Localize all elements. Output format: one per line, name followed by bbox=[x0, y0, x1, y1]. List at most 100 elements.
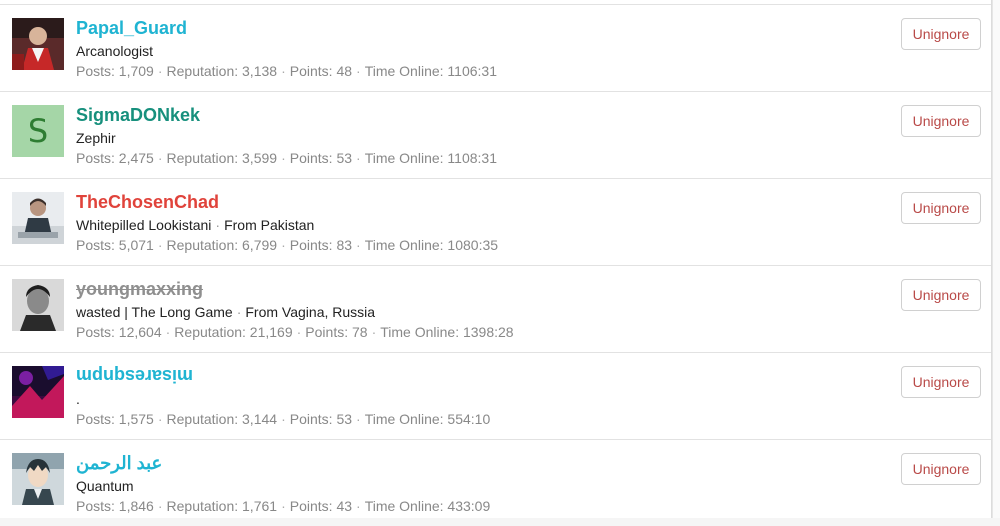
time-online-label: Time Online: bbox=[364, 237, 444, 253]
list-item: عبد الرحمن Quantum Posts: 1,846 · Reputati… bbox=[0, 440, 991, 526]
reputation-label: Reputation: bbox=[166, 150, 239, 166]
unignore-button[interactable]: Unignore bbox=[901, 18, 981, 50]
user-stats: Posts: 1,846 · Reputation: 1,761 · Points: 4… bbox=[76, 497, 490, 515]
points-value: 53 bbox=[336, 150, 353, 166]
list-item: TheChosenChad Whitepilled Lookistani · Fro… bbox=[0, 179, 991, 266]
posts-label: Posts: bbox=[76, 63, 115, 79]
points-value: 83 bbox=[336, 237, 353, 253]
reputation-label: Reputation: bbox=[174, 324, 246, 340]
points-value: 43 bbox=[336, 498, 353, 514]
user-title: Arcanologist bbox=[76, 42, 497, 60]
user-stats: Posts: 5,071 · Reputation: 6,799 · Points: 8… bbox=[76, 236, 498, 254]
username-link[interactable]: youngmaxxing bbox=[76, 278, 514, 300]
posts-value: 1,575 bbox=[118, 411, 154, 427]
avatar-image-icon bbox=[12, 453, 64, 505]
stats-separator: · bbox=[165, 324, 171, 340]
avatar[interactable] bbox=[12, 279, 64, 331]
user-stats: Posts: 1,575 · Reputation: 3,144 · Points: 5… bbox=[76, 410, 490, 428]
time-online-label: Time Online: bbox=[380, 324, 460, 340]
posts-label: Posts: bbox=[76, 237, 115, 253]
points-label: Points: bbox=[289, 498, 333, 514]
avatar[interactable] bbox=[12, 18, 64, 70]
posts-value: 12,604 bbox=[118, 324, 162, 340]
stats-separator: · bbox=[157, 411, 163, 427]
points-value: 78 bbox=[352, 324, 368, 340]
letter-avatar: S bbox=[12, 105, 64, 157]
time-online-value: 554:10 bbox=[447, 411, 491, 427]
time-online-label: Time Online: bbox=[364, 498, 444, 514]
username-link[interactable]: عبد الرحمن bbox=[76, 452, 490, 474]
stats-separator: · bbox=[281, 411, 286, 427]
user-location: From Pakistan bbox=[224, 217, 315, 233]
stats-separator: · bbox=[157, 237, 163, 253]
points-label: Points: bbox=[289, 237, 333, 253]
stats-separator: · bbox=[281, 150, 286, 166]
posts-label: Posts: bbox=[76, 324, 115, 340]
posts-label: Posts: bbox=[76, 411, 115, 427]
time-online-label: Time Online: bbox=[364, 411, 444, 427]
stats-separator: · bbox=[356, 150, 361, 166]
posts-value: 5,071 bbox=[118, 237, 154, 253]
user-stats: Posts: 2,475 · Reputation: 3,599 · Points: 5… bbox=[76, 149, 497, 167]
posts-value: 1,709 bbox=[118, 63, 154, 79]
time-online-value: 1398:28 bbox=[462, 324, 514, 340]
list-item: youngmaxxing wasted | The Long Game · From… bbox=[0, 266, 991, 353]
avatar[interactable] bbox=[12, 453, 64, 505]
reputation-value: 6,799 bbox=[242, 237, 278, 253]
title-separator: · bbox=[236, 304, 242, 320]
unignore-button[interactable]: Unignore bbox=[901, 105, 981, 137]
points-label: Points: bbox=[289, 150, 333, 166]
avatar-image-icon bbox=[12, 366, 64, 418]
points-value: 53 bbox=[336, 411, 353, 427]
avatar-image-icon bbox=[12, 279, 64, 331]
avatar[interactable] bbox=[12, 192, 64, 244]
title-separator: · bbox=[215, 217, 221, 233]
user-title: wasted | The Long Game · From Vagina, Russ… bbox=[76, 303, 514, 321]
posts-value: 1,846 bbox=[118, 498, 154, 514]
avatar-image-icon bbox=[12, 18, 64, 70]
reputation-value: 3,144 bbox=[242, 411, 278, 427]
username-link[interactable]: TheChosenChad bbox=[76, 191, 498, 213]
username-link[interactable]: SigmaDONkek bbox=[76, 104, 497, 126]
reputation-label: Reputation: bbox=[166, 411, 239, 427]
user-title: Quantum bbox=[76, 477, 490, 495]
stats-separator: · bbox=[356, 237, 361, 253]
stats-separator: · bbox=[296, 324, 302, 340]
stats-separator: · bbox=[157, 498, 163, 514]
time-online-value: 1106:31 bbox=[447, 63, 497, 79]
points-label: Points: bbox=[289, 63, 333, 79]
user-stats: Posts: 12,604 · Reputation: 21,169 · Points:… bbox=[76, 323, 514, 341]
user-title-text: . bbox=[76, 391, 80, 407]
stats-separator: · bbox=[281, 63, 286, 79]
stats-separator: · bbox=[157, 63, 163, 79]
username-link[interactable]: misaresqnpm bbox=[76, 365, 490, 387]
time-online-value: 1080:35 bbox=[447, 237, 499, 253]
unignore-button[interactable]: Unignore bbox=[901, 192, 981, 224]
username-text: misaresqnpm bbox=[76, 366, 194, 386]
unignore-button[interactable]: Unignore bbox=[901, 366, 981, 398]
avatar[interactable] bbox=[12, 366, 64, 418]
time-online-value: 433:09 bbox=[447, 498, 491, 514]
time-online-value: 1108:31 bbox=[447, 150, 497, 166]
points-label: Points: bbox=[289, 411, 333, 427]
reputation-value: 1,761 bbox=[242, 498, 278, 514]
username-link[interactable]: Papal_Guard bbox=[76, 17, 497, 39]
points-label: Points: bbox=[305, 324, 349, 340]
user-title: Zephir bbox=[76, 129, 497, 147]
time-online-label: Time Online: bbox=[364, 150, 444, 166]
user-title-text: Zephir bbox=[76, 130, 116, 146]
ignored-users-list: Papal_Guard Arcanologist Posts: 1,709 · Re… bbox=[0, 0, 992, 518]
avatar[interactable]: S bbox=[12, 105, 64, 157]
reputation-value: 3,138 bbox=[242, 63, 278, 79]
reputation-value: 21,169 bbox=[249, 324, 293, 340]
stats-separator: · bbox=[371, 324, 377, 340]
stats-separator: · bbox=[281, 237, 286, 253]
stats-separator: · bbox=[281, 498, 286, 514]
stats-separator: · bbox=[356, 498, 361, 514]
stats-separator: · bbox=[356, 63, 361, 79]
list-item: misaresqnpm . Posts: 1,575 · Reputation: 3… bbox=[0, 353, 991, 440]
avatar-image-icon bbox=[12, 192, 64, 244]
unignore-button[interactable]: Unignore bbox=[901, 279, 981, 311]
unignore-button[interactable]: Unignore bbox=[901, 453, 981, 485]
stats-separator: · bbox=[356, 411, 361, 427]
